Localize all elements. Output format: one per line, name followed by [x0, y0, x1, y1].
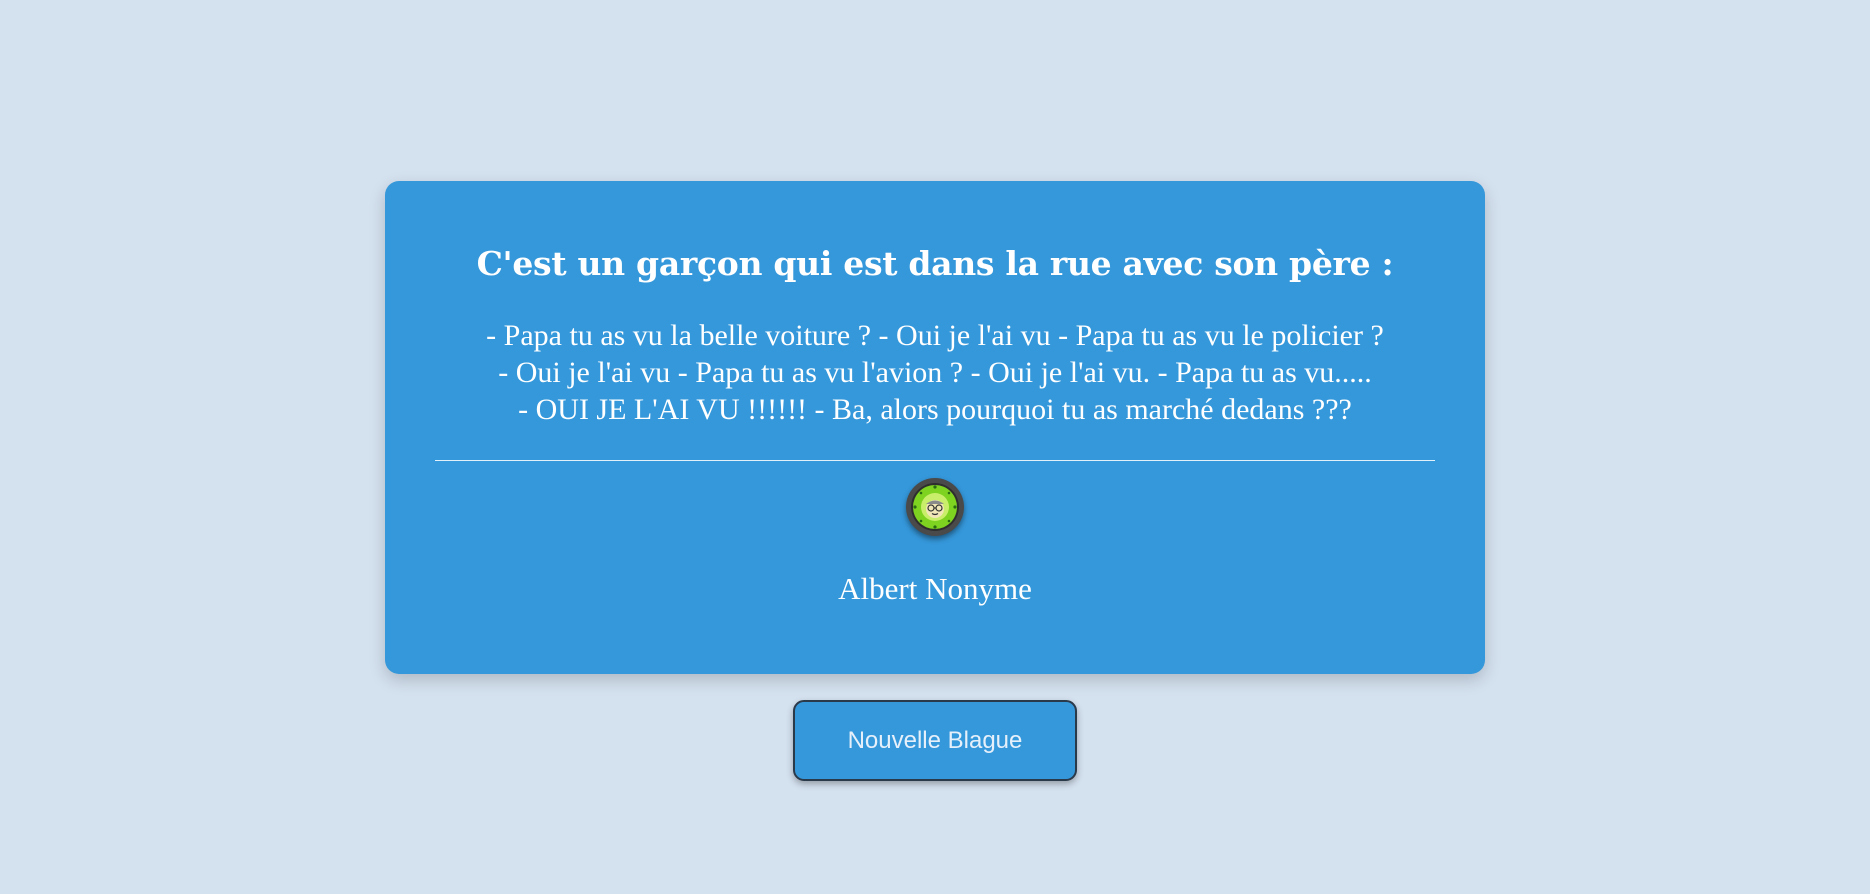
joke-line: - Oui je l'ai vu - Papa tu as vu l'avion…: [498, 356, 1372, 389]
joke-line: - Papa tu as vu la belle voiture ? - Oui…: [486, 319, 1384, 352]
joke-title: C'est un garçon qui est dans la rue avec…: [476, 244, 1394, 283]
joke-body: - Papa tu as vu la belle voiture ? - Oui…: [435, 317, 1435, 428]
avatar: [906, 478, 964, 536]
page: C'est un garçon qui est dans la rue avec…: [0, 0, 1870, 894]
smiley-face-with-glasses-icon: [911, 483, 959, 531]
author-name: Albert Nonyme: [838, 571, 1032, 606]
divider: [435, 460, 1435, 461]
joke-line: - OUI JE L'AI VU !!!!!! - Ba, alors pour…: [518, 393, 1352, 426]
new-joke-button[interactable]: Nouvelle Blague: [793, 700, 1077, 781]
joke-card: C'est un garçon qui est dans la rue avec…: [385, 181, 1485, 674]
